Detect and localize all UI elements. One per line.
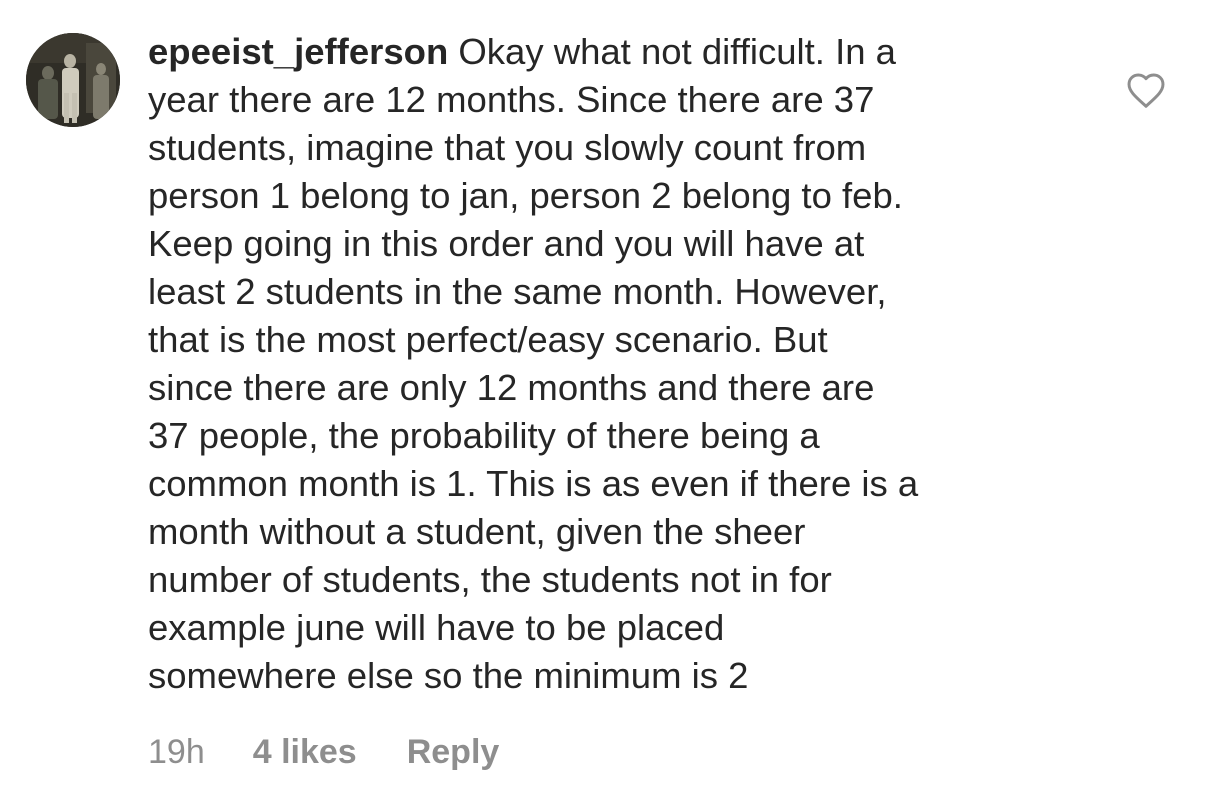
comment: epeeist_jefferson Okay what not difficul… [0, 0, 1230, 797]
comment-line: that is the most perfect/easy scenario. … [148, 319, 828, 360]
comment-text: epeeist_jefferson Okay what not difficul… [148, 28, 1088, 700]
comment-line: person 1 belong to jan, person 2 belong … [148, 175, 903, 216]
comment-line: month without a student, given the sheer [148, 511, 806, 552]
profile-photo-icon [26, 33, 120, 127]
comment-meta: 19h 4 likes Reply [148, 730, 499, 774]
comment-line: common month is 1. This is as even if th… [148, 463, 919, 504]
username[interactable]: epeeist_jefferson [148, 31, 448, 72]
comment-line: least 2 students in the same month. Howe… [148, 271, 887, 312]
comment-line: since there are only 12 months and there… [148, 367, 875, 408]
comment-line: 37 people, the probability of there bein… [148, 415, 820, 456]
comment-line: number of students, the students not in … [148, 559, 832, 600]
comment-line: year there are 12 months. Since there ar… [148, 79, 875, 120]
comment-line: students, imagine that you slowly count … [148, 127, 867, 168]
comment-first-line: epeeist_jefferson Okay what not difficul… [148, 28, 1088, 76]
heart-outline-icon[interactable] [1125, 70, 1167, 110]
comment-line: Keep going in this order and you will ha… [148, 223, 865, 264]
comment-line: example june will have to be placed [148, 607, 725, 648]
avatar[interactable] [26, 33, 120, 127]
reply-button[interactable]: Reply [407, 733, 500, 771]
comment-line: somewhere else so the minimum is 2 [148, 655, 749, 696]
timestamp: 19h [148, 733, 205, 771]
likes-count-link[interactable]: 4 likes [253, 733, 357, 771]
comment-line: Okay what not difficult. In a [458, 31, 896, 72]
